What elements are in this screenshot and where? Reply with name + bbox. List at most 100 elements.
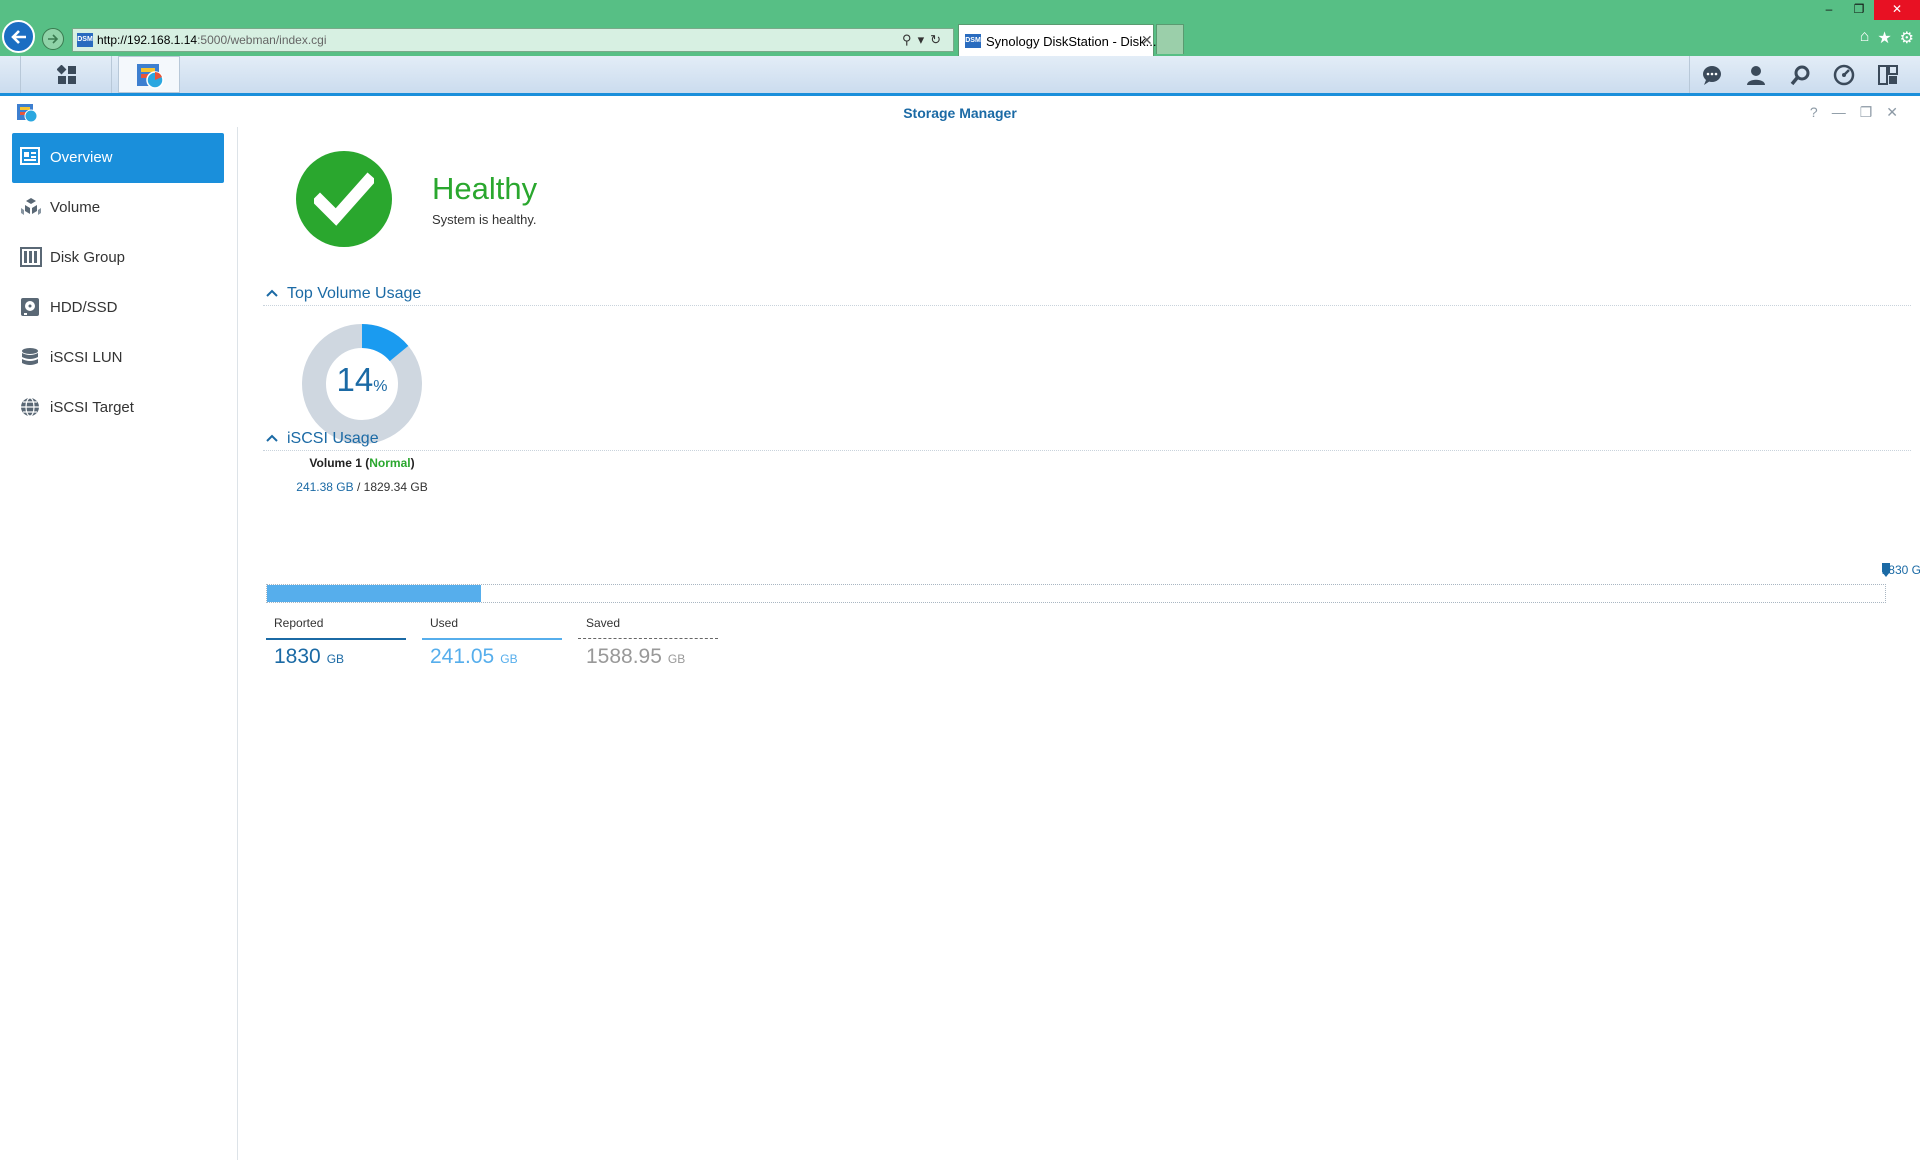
chevron-up-icon[interactable] — [265, 286, 279, 300]
dashboard-gauge-icon — [1833, 64, 1855, 86]
stat-value: 1830 GB — [274, 645, 344, 669]
overview-icon — [20, 147, 40, 165]
stat-unit: GB — [500, 652, 518, 666]
stat-underline — [266, 638, 406, 640]
url-host: http://192.168.1.14 — [97, 33, 198, 47]
sidebar-item-label: Overview — [50, 149, 113, 166]
main-menu-icon — [57, 65, 76, 84]
volume-used: 241.38 GB — [296, 480, 354, 494]
address-bar[interactable]: DSM http://192.168.1.14:5000/webman/inde… — [72, 28, 954, 52]
sidebar-item-volume[interactable]: Volume — [12, 183, 224, 233]
close-button[interactable]: ✕ — [1886, 104, 1898, 121]
dsm-taskbar — [0, 56, 1920, 96]
checkmark-icon — [314, 172, 374, 226]
chevron-up-icon[interactable] — [265, 431, 279, 445]
tab-favicon: DSM — [965, 34, 981, 48]
sidebar: Overview Volume Disk Group HDD/SSD iSCSI… — [0, 127, 238, 1160]
desktop-layout-button[interactable] — [1866, 56, 1910, 93]
stat-label: Used — [430, 616, 459, 630]
notifications-button[interactable] — [1690, 56, 1734, 93]
volume-name-line[interactable]: Volume 1 (Normal) — [259, 456, 465, 470]
url-path: :5000/webman/index.cgi — [197, 33, 327, 47]
iscsi-max-label: 1830 GB — [1819, 563, 1920, 577]
sidebar-item-label: HDD/SSD — [50, 299, 118, 316]
storage-manager-task-button[interactable] — [118, 56, 180, 93]
dropdown-icon[interactable]: ▾ — [918, 32, 931, 47]
iscsi-usage-bar-fill — [267, 585, 481, 602]
volume-name: Volume 1 — [309, 456, 362, 470]
tab-title: Synology DiskStation - Disk... — [986, 34, 1157, 49]
bar-marker-icon — [1882, 563, 1890, 577]
sidebar-item-label: iSCSI LUN — [50, 349, 123, 366]
site-favicon: DSM — [77, 33, 93, 47]
stat-unit: GB — [667, 652, 686, 666]
app-window-controls: ? — ❐ ✕ — [1810, 104, 1898, 121]
favorites-icon[interactable]: ★ — [1877, 28, 1891, 48]
sidebar-item-iscsi-target[interactable]: iSCSI Target — [12, 383, 224, 433]
chat-bubble-icon — [1703, 66, 1721, 85]
window-restore-button[interactable]: ❐ — [1844, 0, 1874, 20]
back-button[interactable] — [2, 20, 35, 53]
health-status-icon — [296, 151, 392, 247]
sidebar-item-overview[interactable]: Overview — [12, 133, 224, 183]
window-minimize-button[interactable]: – — [1814, 0, 1844, 20]
stat-number: 1588.95 — [586, 645, 662, 668]
section-title: Top Volume Usage — [287, 285, 422, 302]
arrow-left-icon — [11, 30, 26, 44]
address-actions[interactable]: ⚲▾↻ — [902, 32, 947, 48]
stat-number: 1830 — [274, 645, 321, 668]
main-menu-button[interactable] — [20, 56, 112, 93]
arrow-right-icon — [48, 34, 59, 44]
iscsi-lun-icon — [22, 348, 38, 365]
search-icon[interactable]: ⚲ — [902, 32, 918, 47]
search-button[interactable] — [1778, 56, 1822, 93]
top-volume-usage-header[interactable]: Top Volume Usage — [263, 284, 1911, 306]
iscsi-usage-bar — [266, 584, 1886, 603]
sidebar-item-hdd-ssd[interactable]: HDD/SSD — [12, 283, 224, 333]
browser-toolbar: DSM http://192.168.1.14:5000/webman/inde… — [0, 0, 1920, 56]
widgets-button[interactable] — [1822, 56, 1866, 93]
stat-value: 241.05 GB — [430, 645, 518, 669]
stat-underline — [578, 638, 718, 639]
search-icon — [1790, 65, 1810, 86]
new-tab-button[interactable] — [1156, 24, 1184, 54]
user-icon — [1747, 66, 1765, 85]
sidebar-item-disk-group[interactable]: Disk Group — [12, 233, 224, 283]
layout-grid-icon — [1878, 65, 1898, 85]
url-text[interactable]: http://192.168.1.14:5000/webman/index.cg… — [97, 33, 327, 47]
volume-size-line: 241.38 GB / 1829.34 GB — [296, 480, 428, 494]
storage-manager-icon — [137, 64, 164, 89]
maximize-button[interactable]: ❐ — [1860, 104, 1873, 121]
volume-status: Normal — [369, 456, 411, 470]
browser-tab[interactable]: DSM Synology DiskStation - Disk... ✕ — [958, 24, 1157, 56]
home-icon[interactable]: ⌂ — [1860, 28, 1870, 48]
help-button[interactable]: ? — [1810, 104, 1818, 121]
sidebar-item-label: Volume — [50, 199, 101, 216]
tab-close-icon[interactable]: ✕ — [1141, 32, 1153, 49]
health-status-title: Healthy — [432, 171, 538, 206]
stat-underline — [422, 638, 562, 640]
stat-number: 241.05 — [430, 645, 495, 668]
stat-value: 1588.95 GB — [586, 645, 685, 669]
refresh-icon[interactable]: ↻ — [930, 32, 947, 47]
sidebar-item-iscsi-lun[interactable]: iSCSI LUN — [12, 333, 224, 383]
window-controls: – ❐ ✕ — [1814, 0, 1920, 20]
iscsi-target-icon — [21, 397, 39, 417]
window-close-button[interactable]: ✕ — [1874, 0, 1920, 20]
browser-menu-icons: ⌂ ★ ⚙ — [1860, 28, 1914, 48]
forward-button[interactable] — [42, 28, 64, 50]
volume-icon — [21, 198, 41, 215]
sidebar-item-label: Disk Group — [50, 249, 126, 266]
minimize-button[interactable]: — — [1832, 104, 1846, 121]
settings-gear-icon[interactable]: ⚙ — [1900, 28, 1914, 48]
percent-value: 14 — [336, 361, 374, 398]
volume-total: 1829.34 GB — [363, 480, 428, 494]
percent-unit: % — [373, 378, 388, 395]
disk-group-icon — [20, 247, 42, 267]
taskbar-right-icons — [1689, 56, 1910, 93]
app-title: Storage Manager — [903, 105, 1017, 121]
hdd-icon — [21, 298, 39, 316]
user-button[interactable] — [1734, 56, 1778, 93]
iscsi-usage-header[interactable]: iSCSI Usage — [263, 429, 1911, 451]
sidebar-item-label: iSCSI Target — [50, 399, 134, 416]
